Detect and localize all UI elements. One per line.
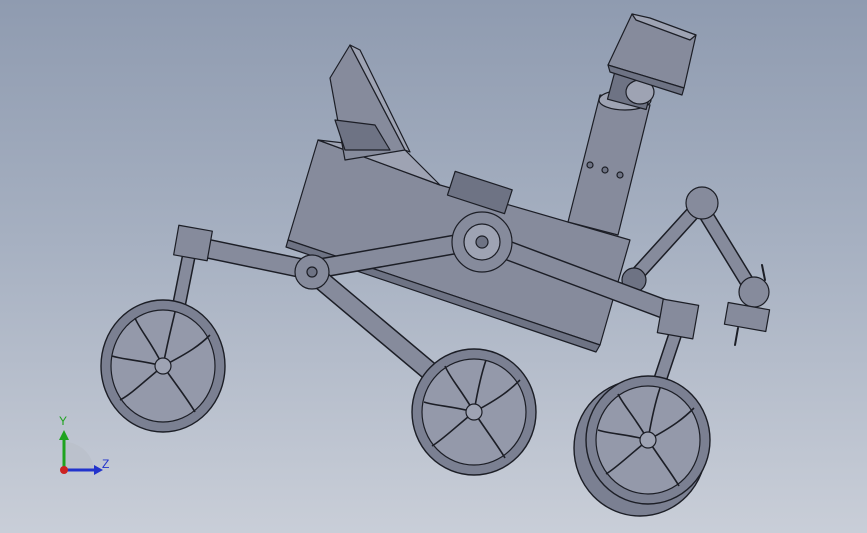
x-axis-dot bbox=[60, 466, 68, 474]
y-axis-label: Y bbox=[59, 414, 68, 428]
camera-mast bbox=[567, 59, 658, 236]
rover-model-render[interactable] bbox=[0, 0, 867, 533]
graphics-viewport[interactable]: Y Z bbox=[0, 0, 867, 533]
solar-panel-mast bbox=[329, 44, 411, 161]
wheel-middle bbox=[411, 348, 537, 476]
y-axis-arrow-head bbox=[59, 430, 69, 440]
wheel-rear bbox=[573, 375, 711, 517]
orientation-triad bbox=[59, 430, 103, 475]
z-axis-label: Z bbox=[102, 457, 110, 471]
wheel-front bbox=[100, 299, 226, 433]
